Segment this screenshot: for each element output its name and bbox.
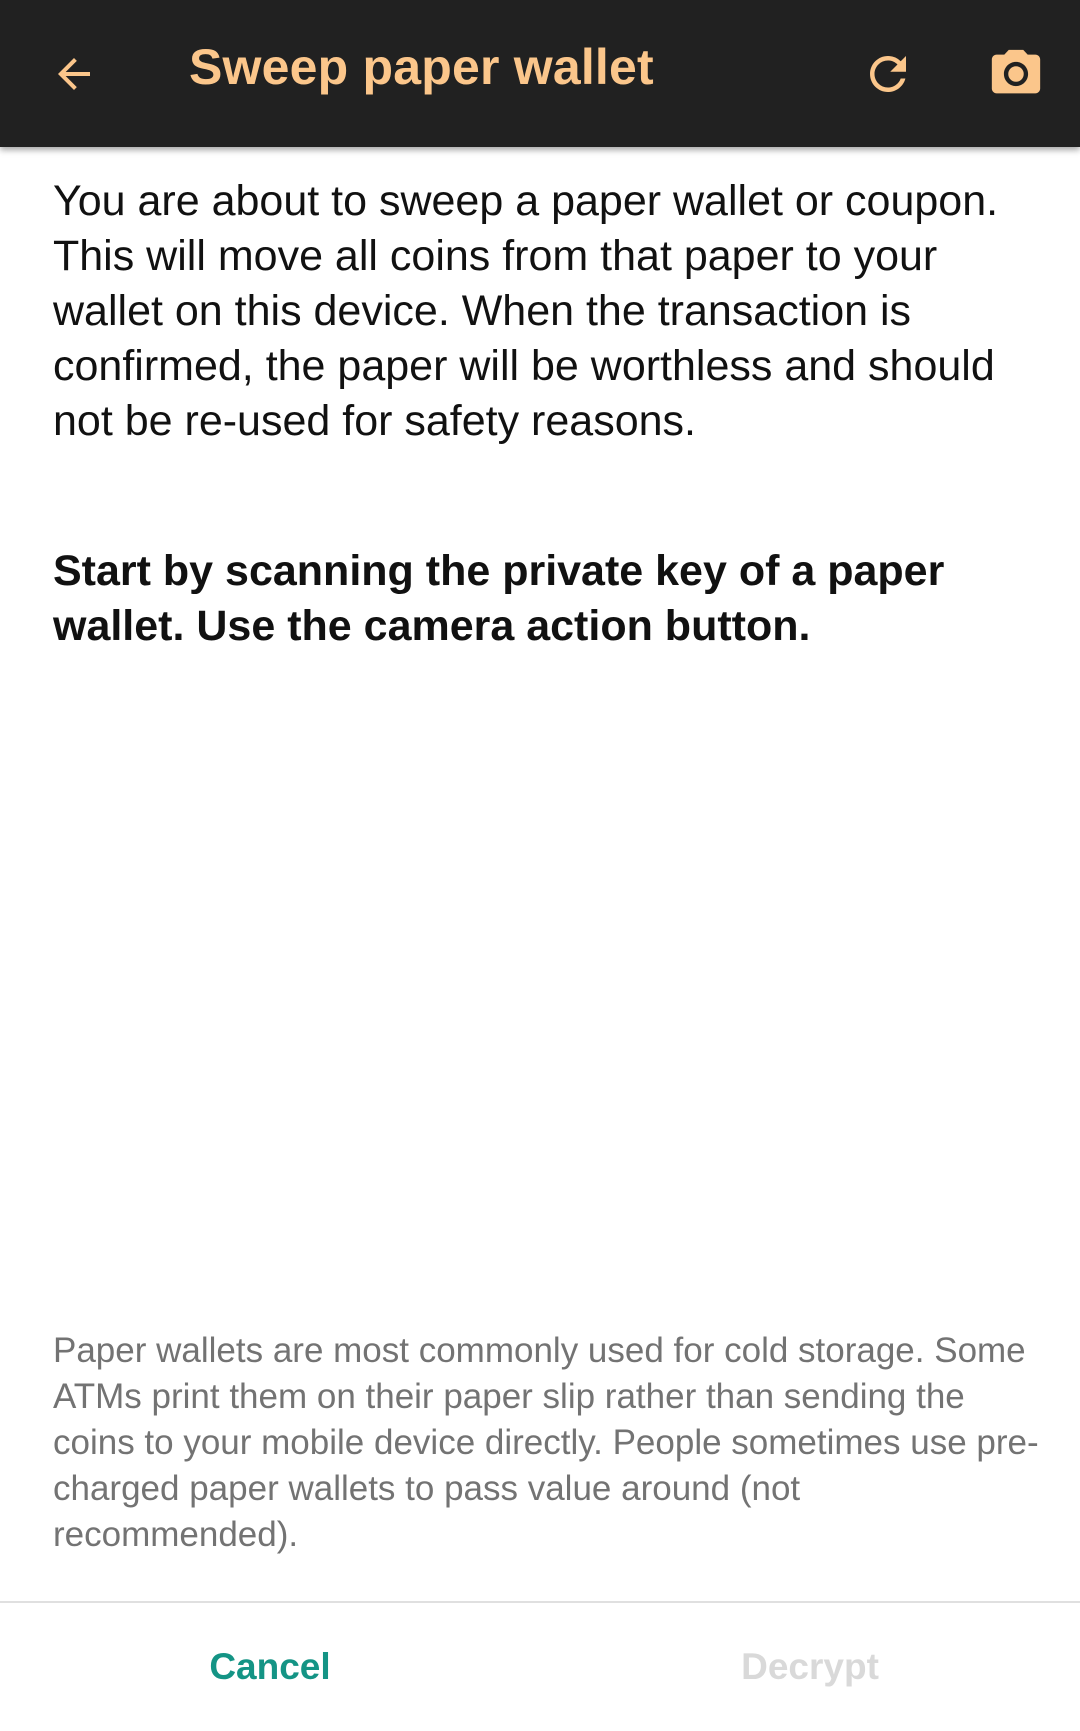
page-title: Sweep paper wallet [189, 39, 654, 95]
camera-icon [991, 49, 1041, 94]
refresh-button[interactable] [842, 28, 934, 120]
back-button[interactable] [28, 28, 120, 120]
decrypt-button[interactable]: Decrypt [540, 1603, 1080, 1731]
info-text: Paper wallets are most commonly used for… [53, 1331, 1039, 1554]
toolbar: Sweep paper wallet [0, 0, 1080, 147]
arrow-back-icon [58, 58, 90, 90]
sweep-paper-wallet-screen: Sweep paper wallet You are about to swee… [0, 0, 1080, 1731]
instruction-text: Start by scanning the private key of a p… [53, 547, 945, 650]
camera-button[interactable] [970, 28, 1062, 120]
cancel-button[interactable]: Cancel [0, 1603, 540, 1731]
intro-text: You are about to sweep a paper wallet or… [53, 177, 999, 445]
refresh-icon [870, 56, 906, 92]
